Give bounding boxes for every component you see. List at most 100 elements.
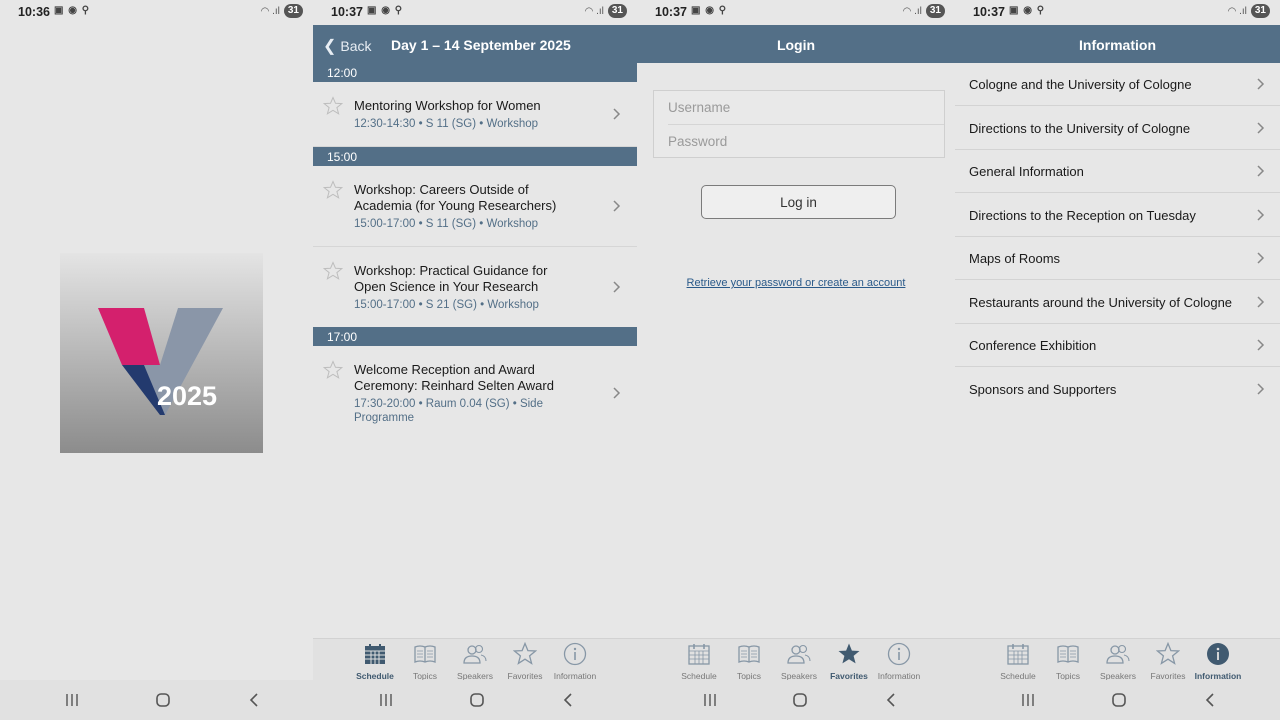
calendar-icon: [1007, 644, 1029, 665]
info-item-sponsors[interactable]: Sponsors and Supporters: [955, 368, 1280, 411]
event-meta: 15:00-17:00 • S 21 (SG) • Workshop: [354, 299, 539, 311]
notification-icons: ▣ ◉ ⚲: [54, 5, 91, 16]
tab-topics[interactable]: Topics: [1043, 642, 1093, 681]
info-item-maps-of-rooms[interactable]: Maps of Rooms: [955, 237, 1280, 280]
info-item-label: General Information: [969, 164, 1084, 179]
schedule-event[interactable]: Workshop: Careers Outside of Academia (f…: [313, 166, 637, 247]
star-outline-icon[interactable]: [323, 360, 343, 380]
logo-year-text: 2025: [157, 381, 217, 411]
recent-apps-icon[interactable]: [700, 692, 720, 708]
tab-schedule[interactable]: Schedule: [674, 642, 724, 681]
tab-speakers[interactable]: Speakers: [450, 642, 500, 681]
event-title: Mentoring Workshop for Women: [354, 98, 541, 113]
status-time: 10:36: [18, 5, 50, 19]
status-right: ◠ .ıl 31: [261, 4, 303, 18]
info-item-directions-reception[interactable]: Directions to the Reception on Tuesday: [955, 194, 1280, 237]
event-meta: 17:30-20:00 • Raum 0.04 (SG) • Side Prog…: [354, 398, 543, 424]
header-bar: ❮ Back Day 1 – 14 September 2025: [313, 25, 637, 63]
chevron-right-icon: [613, 200, 621, 212]
info-item-cologne-university[interactable]: Cologne and the University of Cologne: [955, 63, 1280, 106]
star-outline-icon[interactable]: [323, 96, 343, 116]
logo-v-icon: 2025: [98, 308, 223, 415]
back-nav-icon[interactable]: [881, 692, 901, 708]
info-icon: [887, 642, 911, 666]
status-bar: 10:37 ▣ ◉ ⚲ ◠ .ıl 31: [313, 0, 637, 25]
tab-information[interactable]: Information: [1193, 642, 1243, 681]
recent-apps-icon[interactable]: [376, 692, 396, 708]
chevron-right-icon: [613, 387, 621, 399]
chevron-right-icon: [613, 281, 621, 293]
people-icon: [463, 644, 487, 664]
info-item-directions-university[interactable]: Directions to the University of Cologne: [955, 107, 1280, 150]
event-title: Workshop: Practical Guidance for Open Sc…: [354, 263, 548, 294]
chevron-right-icon: [1257, 252, 1265, 264]
back-nav-icon[interactable]: [1200, 692, 1220, 708]
calendar-icon: [688, 644, 710, 665]
event-meta: 15:00-17:00 • S 11 (SG) • Workshop: [354, 218, 539, 230]
chevron-right-icon: [1257, 78, 1265, 90]
notification-icons: ▣ ◉ ⚲: [367, 5, 404, 16]
tab-speakers[interactable]: Speakers: [774, 642, 824, 681]
status-time: 10:37: [331, 5, 363, 19]
wifi-signal-icon: ◠ .ıl: [1227, 5, 1247, 17]
info-item-label: Directions to the University of Cologne: [969, 121, 1191, 136]
time-section-header: 17:00: [313, 327, 637, 346]
recent-apps-icon[interactable]: [1018, 692, 1038, 708]
back-label: Back: [340, 38, 372, 54]
star-outline-icon[interactable]: [323, 261, 343, 281]
username-field[interactable]: [654, 91, 944, 124]
password-field[interactable]: [654, 125, 944, 158]
back-nav-icon[interactable]: [558, 692, 578, 708]
tab-favorites[interactable]: Favorites: [824, 642, 874, 681]
info-item-label: Conference Exhibition: [969, 338, 1097, 353]
tab-favorites[interactable]: Favorites: [500, 642, 550, 681]
tab-bar: Schedule Topics Speakers Favorites Infor…: [955, 638, 1280, 681]
home-icon[interactable]: [790, 692, 810, 708]
book-icon: [1057, 645, 1079, 663]
star-outline-icon[interactable]: [323, 180, 343, 200]
battery-badge: 31: [925, 4, 945, 18]
header-bar: Login: [637, 25, 955, 63]
tab-schedule[interactable]: Schedule: [993, 642, 1043, 681]
login-screen: 10:37 ▣ ◉ ⚲ ◠ .ıl 31 Login Log in Retrie…: [637, 0, 955, 720]
people-icon: [787, 644, 811, 664]
chevron-right-icon: [1257, 209, 1265, 221]
home-icon[interactable]: [153, 692, 173, 708]
system-nav-bar: [0, 680, 313, 720]
page-title: Login: [776, 37, 816, 53]
system-nav-bar: [955, 680, 1280, 720]
recent-apps-icon[interactable]: [62, 692, 82, 708]
info-item-general-information[interactable]: General Information: [955, 150, 1280, 193]
chevron-left-icon: ❮: [323, 38, 337, 55]
star-icon: [513, 642, 537, 665]
page-title: Information: [1079, 37, 1156, 53]
tab-topics[interactable]: Topics: [724, 642, 774, 681]
info-icon: [563, 642, 587, 666]
info-item-label: Cologne and the University of Cologne: [969, 77, 1192, 92]
information-screen: 10:37 ▣ ◉ ⚲ ◠ .ıl 31 Information Cologne…: [955, 0, 1280, 720]
tab-information[interactable]: Information: [874, 642, 924, 681]
time-section-header: 12:00: [313, 63, 637, 82]
notification-icons: ▣ ◉ ⚲: [1009, 5, 1046, 16]
battery-badge: 31: [607, 4, 627, 18]
back-button[interactable]: ❮ Back: [323, 36, 372, 56]
home-icon[interactable]: [467, 692, 487, 708]
retrieve-password-link[interactable]: Retrieve your password or create an acco…: [637, 277, 955, 289]
home-icon[interactable]: [1109, 692, 1129, 708]
tab-schedule[interactable]: Schedule: [350, 642, 400, 681]
tab-speakers[interactable]: Speakers: [1093, 642, 1143, 681]
info-item-restaurants[interactable]: Restaurants around the University of Col…: [955, 281, 1280, 324]
schedule-event[interactable]: Mentoring Workshop for Women 12:30-14:30…: [313, 82, 637, 147]
schedule-event[interactable]: Welcome Reception and Award Ceremony: Re…: [313, 346, 637, 441]
tab-information[interactable]: Information: [550, 642, 600, 681]
back-nav-icon[interactable]: [244, 692, 264, 708]
page-title: Day 1 – 14 September 2025: [391, 37, 571, 53]
book-icon: [738, 645, 760, 663]
info-item-conference-exhibition[interactable]: Conference Exhibition: [955, 324, 1280, 367]
book-icon: [414, 645, 436, 663]
tab-favorites[interactable]: Favorites: [1143, 642, 1193, 681]
schedule-event[interactable]: Workshop: Practical Guidance for Open Sc…: [313, 247, 637, 327]
tab-topics[interactable]: Topics: [400, 642, 450, 681]
wifi-signal-icon: ◠ .ıl: [902, 5, 922, 17]
login-button[interactable]: Log in: [701, 185, 896, 219]
